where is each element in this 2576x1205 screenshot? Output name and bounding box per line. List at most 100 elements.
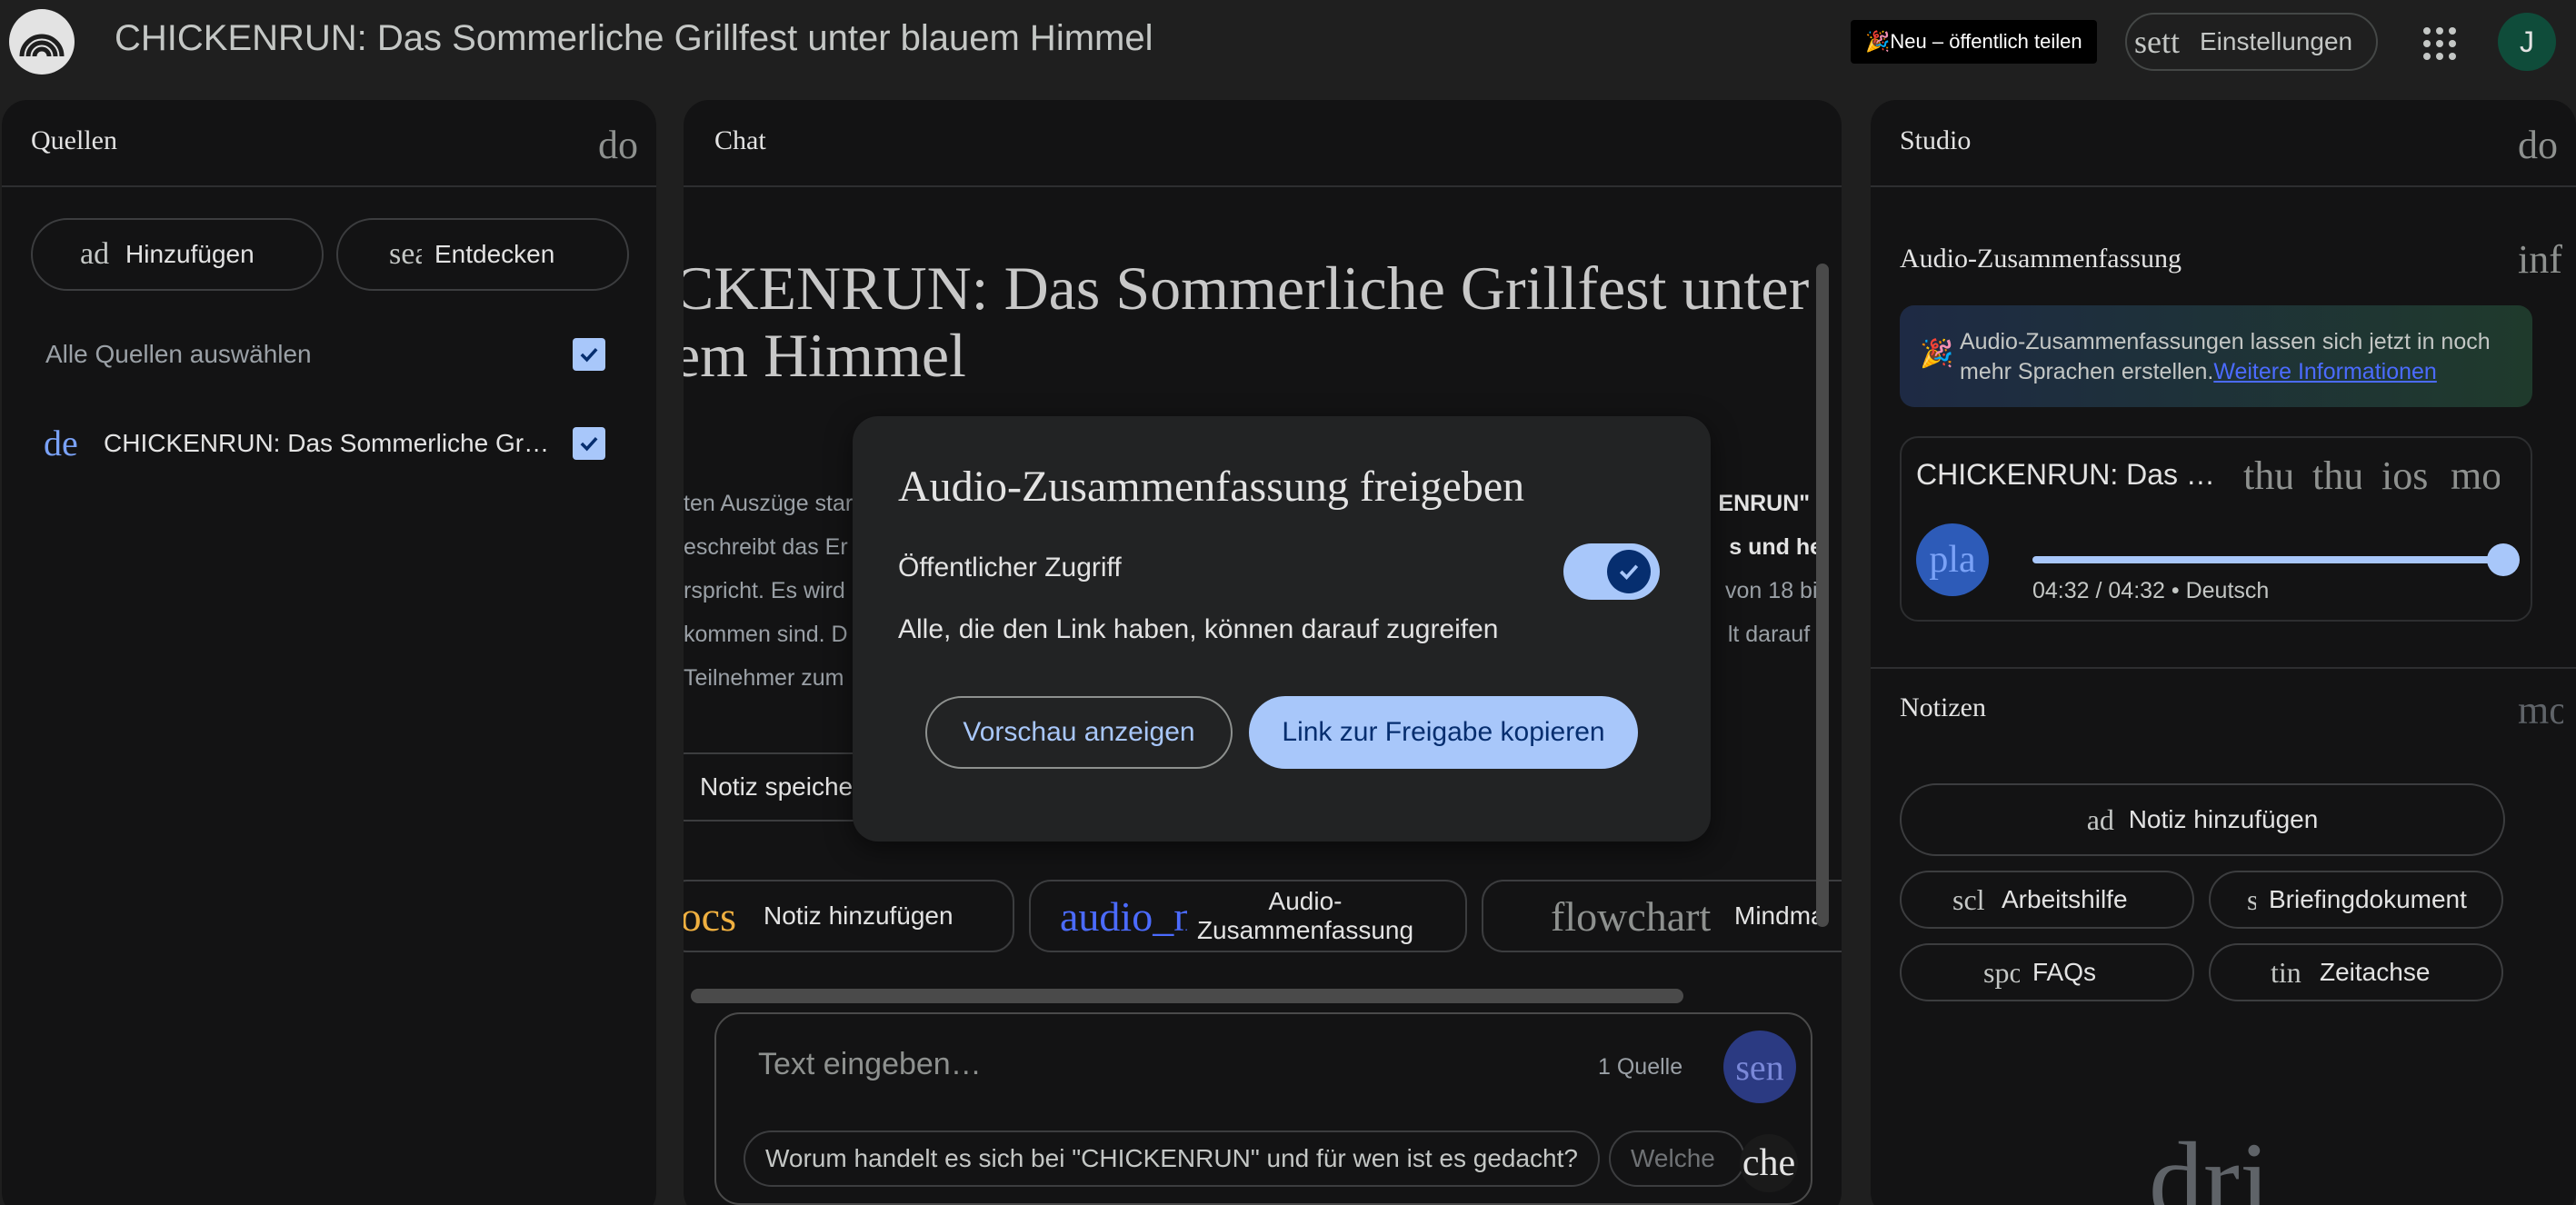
audio-time-language: 04:32 / 04:32 • Deutsch — [2032, 578, 2270, 603]
summary-text: von 18 bis — [1725, 578, 1829, 603]
notebook-title[interactable]: CHICKENRUN: Das Sommerliche Grillfest un… — [115, 18, 1153, 59]
timeline-icon: tin — [2271, 955, 2301, 989]
school-icon: scl — [1952, 882, 1985, 916]
notebook-heading: CKENRUN: Das Sommerliche Grillfest unter… — [684, 254, 1842, 389]
study-guide-button[interactable]: scl Arbeitshilfe — [1900, 871, 2194, 929]
document-icon: de — [44, 423, 78, 463]
briefing-doc-label: Briefingdokument — [2269, 885, 2467, 913]
add-note-chip[interactable]: ocs Notiz hinzufügen — [684, 880, 1014, 952]
summary-text: Teilnehmer zum — [684, 665, 844, 691]
play-button[interactable]: pla — [1916, 523, 1989, 596]
settings-label: Einstellungen — [2200, 27, 2353, 55]
summary-text: ten Auszüge star — [684, 491, 854, 516]
audio-summary-chip[interactable]: audio_m Audio-Zusammenfassung — [1029, 880, 1467, 952]
settings-icon: sett — [2134, 24, 2180, 60]
preview-button[interactable]: Vorschau anzeigen — [925, 696, 1233, 769]
thumb-down-icon[interactable]: thu — [2312, 453, 2361, 499]
languages-info-banner: 🎉 Audio-Zusammenfassungen lassen sich je… — [1900, 305, 2532, 407]
audio-overview-title: CHICKENRUN: Das … — [1916, 458, 2215, 491]
docs-icon: ocs — [684, 892, 736, 940]
share-icon[interactable]: ios — [2381, 453, 2431, 499]
more-options-icon[interactable]: mo — [2451, 453, 2500, 499]
collapse-panel-icon[interactable]: do — [598, 122, 644, 168]
studio-title: Studio — [1900, 125, 1972, 155]
sources-header: Quellen do — [2, 100, 656, 187]
info-icon[interactable]: inf — [2518, 236, 2563, 283]
avatar[interactable]: J — [2498, 13, 2556, 71]
faq-label: FAQs — [2032, 958, 2097, 986]
banner-text: Audio-Zusammenfassungen lassen sich jetz… — [1960, 327, 2514, 387]
mindmap-chip[interactable]: flowchart Mindma — [1482, 880, 1842, 952]
search-icon: sea — [389, 237, 422, 271]
suggestion-chip[interactable]: Welche — [1609, 1130, 1745, 1187]
studio-header: Studio do — [1871, 100, 2576, 187]
sources-title: Quellen — [31, 125, 117, 155]
app-header: CHICKENRUN: Das Sommerliche Grillfest un… — [0, 0, 2576, 91]
audio-summary-section-title: Audio-Zusammenfassung — [1900, 244, 2182, 274]
mindmap-chip-label: Mindma — [1734, 901, 1820, 930]
notebook-heading-line1: CKENRUN: Das Sommerliche Grillfest unter — [684, 254, 1810, 322]
audio-progress-track[interactable] — [2032, 556, 2505, 563]
suggestion-chip[interactable]: Worum handelt es sich bei "CHICKENRUN" u… — [744, 1130, 1600, 1187]
share-audio-dialog: Audio-Zusammenfassung freigeben Öffentli… — [853, 416, 1711, 842]
discover-label: Entdecken — [434, 240, 555, 268]
source-count: 1 Quelle — [1598, 1054, 1683, 1080]
chat-header: Chat — [684, 100, 1842, 187]
speaker-notes-icon: spo — [1983, 955, 2020, 989]
chevron-right-icon[interactable]: che — [1740, 1134, 1798, 1192]
chat-title: Chat — [714, 125, 766, 155]
notebook-logo-icon[interactable] — [9, 9, 75, 75]
summarize-icon: s — [2247, 882, 2256, 916]
learn-more-link[interactable]: Weitere Informationen — [2213, 359, 2437, 384]
more-options-icon[interactable]: mo — [2518, 687, 2563, 733]
summary-text: rspricht. Es wird — [684, 578, 845, 603]
notebook-heading-line2: em Himmel — [684, 322, 966, 389]
summary-text: ENRUN" v — [1718, 491, 1829, 516]
horizontal-scrollbar[interactable] — [691, 989, 1683, 1003]
add-icon: ad — [80, 237, 110, 271]
timeline-label: Zeitachse — [2320, 958, 2431, 986]
public-access-label: Öffentlicher Zugriff — [898, 553, 1122, 583]
audio-overview-card: CHICKENRUN: Das … thu thu ios mo pla 04:… — [1900, 436, 2532, 622]
timeline-button[interactable]: tin Zeitachse — [2209, 943, 2503, 1001]
source-item-label[interactable]: CHICKENRUN: Das Sommerliche Gr… — [104, 429, 558, 458]
thumb-up-icon[interactable]: thu — [2243, 453, 2292, 499]
select-all-checkbox[interactable] — [573, 338, 605, 371]
public-access-toggle[interactable] — [1563, 543, 1660, 600]
vertical-scrollbar[interactable] — [1816, 264, 1829, 927]
summary-text: s und hei — [1729, 534, 1829, 560]
chat-input-box: Text eingeben… 1 Quelle sen Worum handel… — [714, 1012, 1812, 1205]
chat-input[interactable]: Text eingeben… — [758, 1047, 982, 1082]
audio-magic-icon: audio_m — [1060, 892, 1187, 940]
add-note-button[interactable]: ad Notiz hinzufügen — [1900, 783, 2505, 856]
party-icon: 🎉 — [1920, 339, 1954, 369]
add-icon: ad — [2086, 802, 2114, 836]
access-description: Alle, die den Link haben, können darauf … — [898, 614, 1499, 644]
audio-summary-chip-label: Audio-Zusammenfassung — [1196, 887, 1414, 944]
drive-file-icon: dri — [2149, 1120, 2271, 1205]
settings-button[interactable]: sett Einstellungen — [2125, 13, 2378, 71]
summary-text: kommen sind. D — [684, 622, 848, 647]
section-divider — [1871, 667, 2576, 669]
add-source-label: Hinzufügen — [125, 240, 255, 268]
add-source-button[interactable]: ad Hinzufügen — [31, 218, 324, 291]
collapse-panel-icon[interactable]: do — [2518, 122, 2563, 168]
new-public-share-badge[interactable]: 🎉Neu – öffentlich teilen — [1851, 20, 2097, 64]
send-button[interactable]: sen — [1723, 1031, 1796, 1103]
apps-grid-icon[interactable] — [2420, 24, 2456, 60]
check-icon — [1607, 550, 1651, 593]
flowchart-icon: flowchart — [1551, 892, 1712, 940]
discover-sources-button[interactable]: sea Entdecken — [336, 218, 629, 291]
summary-text: eschreibt das Er — [684, 534, 848, 560]
source-item-checkbox[interactable] — [573, 427, 605, 460]
add-note-label: Notiz hinzufügen — [2128, 805, 2319, 833]
add-note-chip-label: Notiz hinzufügen — [764, 901, 954, 930]
copy-share-link-button[interactable]: Link zur Freigabe kopieren — [1249, 696, 1638, 769]
notes-section-title: Notizen — [1900, 692, 1986, 722]
briefing-doc-button[interactable]: s Briefingdokument — [2209, 871, 2503, 929]
audio-progress-handle[interactable] — [2487, 543, 2520, 576]
faq-button[interactable]: spo FAQs — [1900, 943, 2194, 1001]
dialog-title: Audio-Zusammenfassung freigeben — [898, 463, 1525, 511]
sources-panel: Quellen do ad Hinzufügen sea Entdecken A… — [2, 100, 656, 1205]
summary-text: lt darauf a — [1727, 622, 1829, 647]
